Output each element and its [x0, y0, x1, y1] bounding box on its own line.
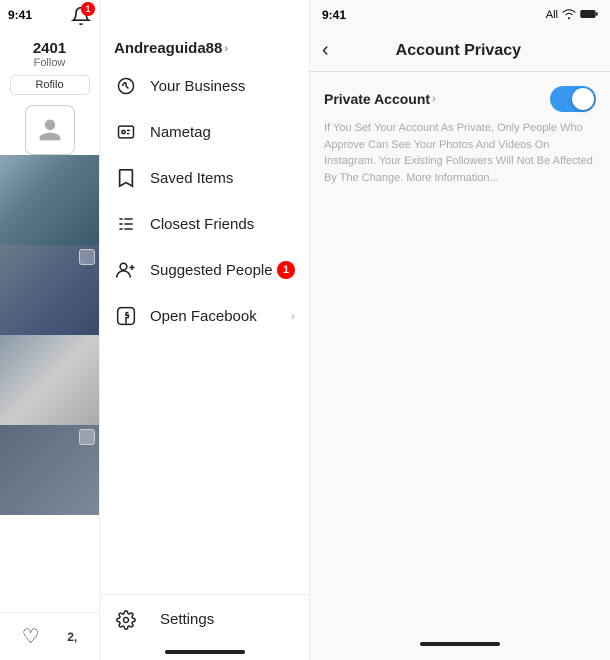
right-panel: 9:41 All ‹ Account Privacy	[310, 0, 610, 660]
photo-1[interactable]	[0, 155, 99, 245]
battery-icon	[580, 9, 598, 22]
username-chevron: ›	[224, 43, 228, 55]
wifi-icon	[562, 8, 576, 23]
menu-label-suggested-people: Suggested People	[150, 262, 277, 279]
menu-item-saved-items[interactable]: Saved Items	[100, 155, 309, 201]
right-spacer	[310, 368, 610, 636]
settings-row[interactable]: Settings	[100, 594, 309, 644]
open-facebook-arrow: ›	[291, 309, 295, 323]
middle-panel: Andreaguida88 › Your Business	[100, 0, 310, 660]
avatar	[25, 105, 75, 155]
bottom-indicator-right	[420, 642, 500, 646]
nametag-icon	[114, 120, 138, 144]
settings-label: Settings	[160, 611, 214, 628]
back-button[interactable]: ‹	[322, 39, 329, 62]
settings-icon	[114, 608, 138, 632]
left-panel: 9:41 1 2401 Follow Rofilo	[0, 0, 100, 660]
private-account-label-group[interactable]: Private Account ›	[324, 91, 436, 107]
menu-label-your-business: Your Business	[150, 78, 295, 95]
signal-all-text: All	[546, 9, 558, 21]
username-row[interactable]: Andreaguida88 ›	[100, 30, 309, 63]
menu-item-nametag[interactable]: Nametag	[100, 109, 309, 155]
photo-4[interactable]	[0, 425, 99, 515]
menu-item-your-business[interactable]: Your Business	[100, 63, 309, 109]
facebook-icon	[114, 304, 138, 328]
time-left: 9:41	[8, 8, 32, 22]
profile-stats: 2401 Follow	[33, 40, 66, 69]
status-icons-right: All	[546, 8, 598, 23]
right-header: ‹ Account Privacy	[310, 30, 610, 72]
photo-badge-2	[79, 249, 95, 265]
right-bottom-pad	[310, 652, 610, 660]
photo-2[interactable]	[0, 245, 99, 335]
bottom-indicator-mid	[165, 650, 245, 654]
notification-icon[interactable]: 1	[71, 6, 91, 31]
photo-grid	[0, 155, 99, 612]
profile-label: Rofilo	[10, 75, 90, 95]
follower-count: 2401	[33, 40, 66, 57]
business-icon	[114, 74, 138, 98]
notification-badge: 1	[81, 2, 95, 16]
menu-item-closest-friends[interactable]: Closest Friends	[100, 201, 309, 247]
photo-3[interactable]	[0, 335, 99, 425]
menu-label-open-facebook: Open Facebook	[150, 308, 291, 325]
private-account-chevron: ›	[432, 93, 436, 105]
menu-label-saved-items: Saved Items	[150, 170, 295, 187]
status-bar-right: 9:41 All	[310, 0, 610, 30]
private-account-row: Private Account ›	[324, 86, 596, 112]
menu-list: Your Business Nametag Saved Items	[100, 63, 309, 594]
menu-label-closest-friends: Closest Friends	[150, 216, 295, 233]
bottom-count: 2,	[67, 630, 77, 644]
private-account-label: Private Account	[324, 91, 430, 107]
bookmark-icon	[114, 166, 138, 190]
person-add-icon	[114, 258, 138, 282]
right-content: Private Account › If You Set Your Accoun…	[310, 72, 610, 368]
heart-icon[interactable]: ♡	[22, 624, 40, 649]
header-title: Account Privacy	[339, 42, 578, 60]
toggle-thumb	[572, 88, 594, 110]
menu-label-nametag: Nametag	[150, 124, 295, 141]
menu-item-suggested-people[interactable]: Suggested People 1	[100, 247, 309, 293]
username: Andreaguida88	[114, 40, 222, 57]
bottom-bar-left: ♡ 2,	[0, 612, 99, 660]
status-bar-mid	[100, 0, 309, 30]
menu-item-open-facebook[interactable]: Open Facebook ›	[100, 293, 309, 339]
photo-badge-4	[79, 429, 95, 445]
bell-icon: 1	[71, 6, 91, 31]
suggested-people-badge: 1	[277, 261, 295, 279]
time-right: 9:41	[322, 8, 346, 22]
follower-label: Follow	[34, 57, 66, 69]
privacy-description: If You Set Your Account As Private, Only…	[324, 120, 596, 186]
private-account-toggle[interactable]	[550, 86, 596, 112]
list-icon	[114, 212, 138, 236]
